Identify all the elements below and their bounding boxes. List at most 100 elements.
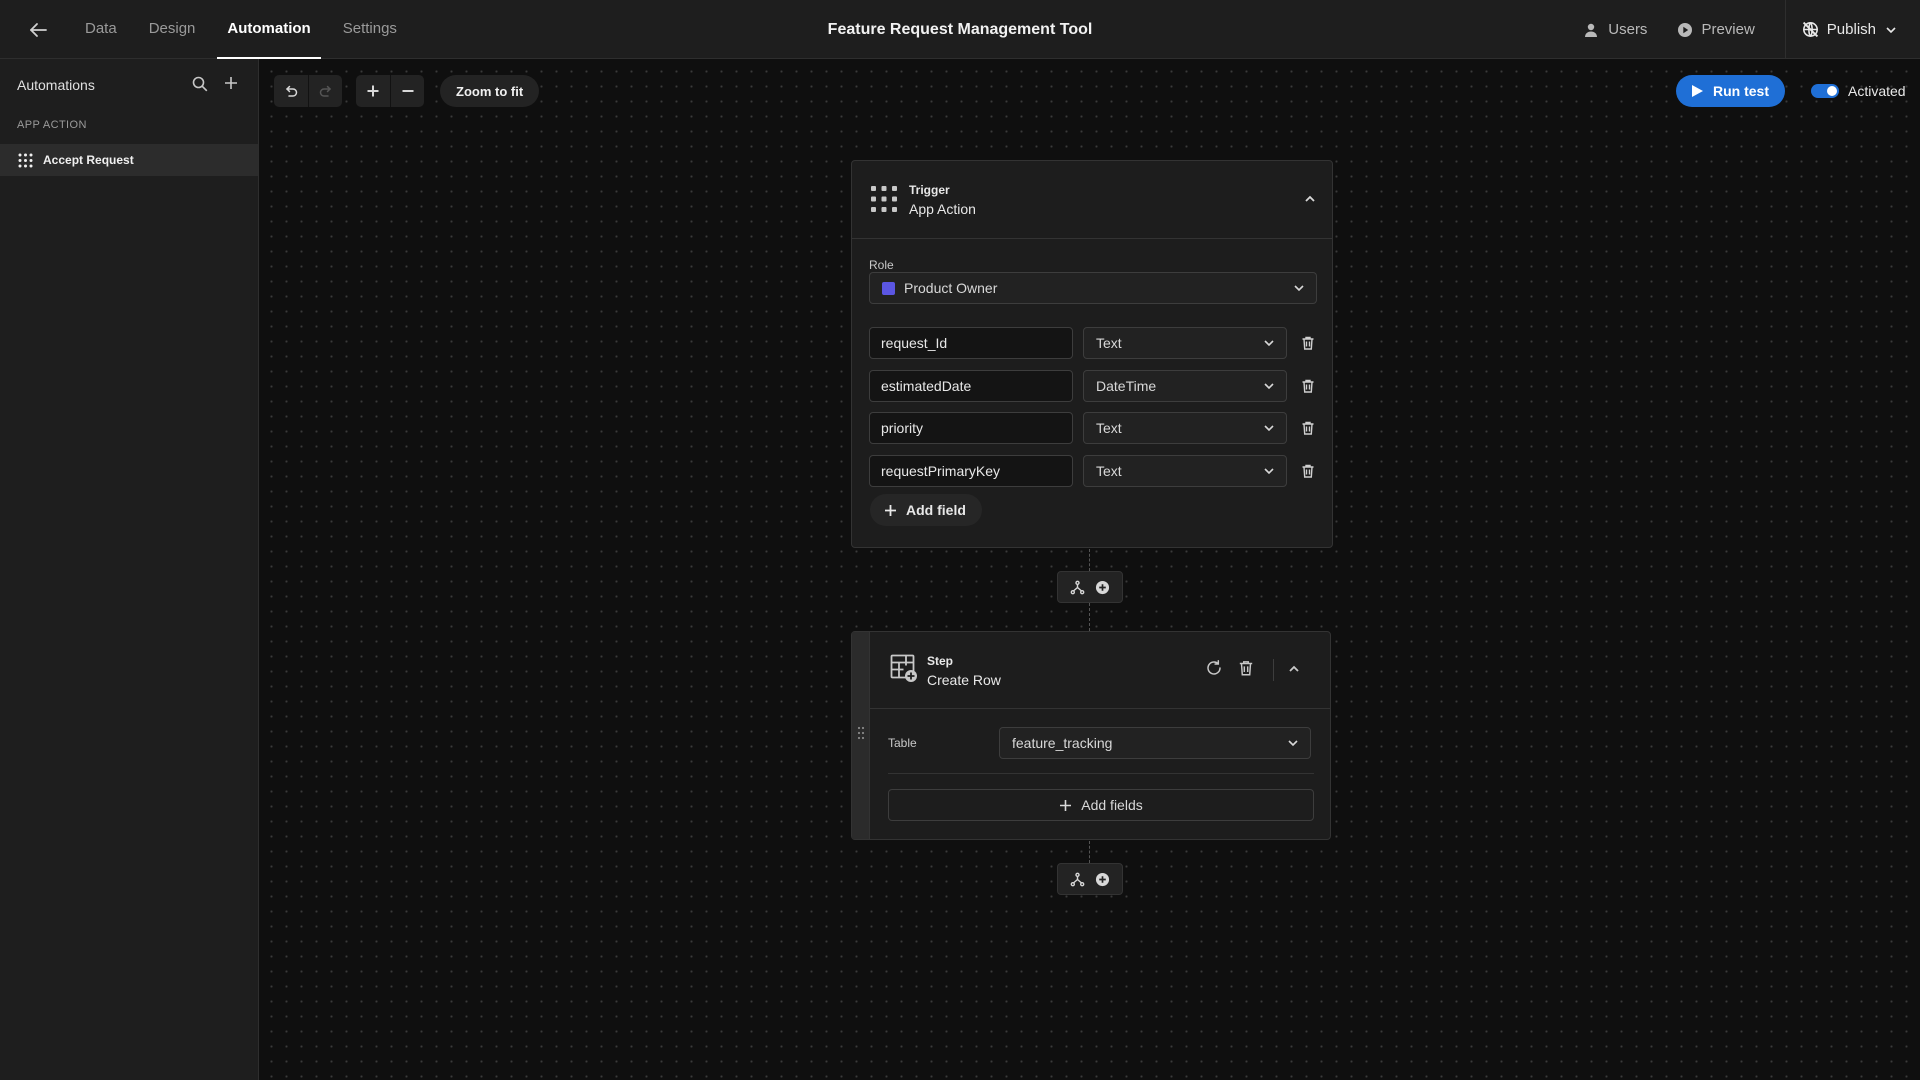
tab-automation[interactable]: Automation: [217, 0, 321, 59]
add-field-label: Add field: [906, 502, 966, 518]
redo-icon: [318, 83, 334, 99]
table-value: feature_tracking: [1012, 735, 1113, 751]
trash-icon[interactable]: [1300, 463, 1316, 479]
add-automation-icon[interactable]: [222, 74, 240, 92]
field-type-value: DateTime: [1096, 378, 1157, 394]
plus-icon: [1059, 799, 1072, 812]
search-icon[interactable]: [191, 75, 209, 93]
toggle-switch[interactable]: [1811, 84, 1839, 98]
role-value: Product Owner: [904, 280, 998, 296]
step-insert-controls: [1057, 863, 1123, 895]
field-type-select[interactable]: Text: [1083, 327, 1287, 359]
top-bar: Data Design Automation Settings Feature …: [0, 0, 1920, 59]
step-card: Step Create Row Table feature_tracking A…: [851, 631, 1331, 840]
role-select[interactable]: Product Owner: [869, 272, 1317, 304]
history-controls: [274, 75, 342, 107]
field-name-input[interactable]: requestPrimaryKey: [869, 455, 1073, 487]
play-circle-icon: [1677, 22, 1693, 38]
chevron-down-icon: [1292, 281, 1306, 295]
sidebar-item-accept-request[interactable]: Accept Request: [0, 144, 258, 176]
top-right-actions: Users Preview Publish: [1584, 0, 1920, 59]
field-name-input[interactable]: request_Id: [869, 327, 1073, 359]
sidebar-item-label: Accept Request: [43, 153, 134, 167]
field-type-select[interactable]: Text: [1083, 412, 1287, 444]
add-fields-button[interactable]: Add fields: [888, 789, 1314, 821]
trash-icon[interactable]: [1300, 335, 1316, 351]
preview-button[interactable]: Preview: [1677, 21, 1755, 38]
activated-toggle[interactable]: Activated: [1811, 75, 1906, 107]
automation-canvas[interactable]: Zoom to fit Run test Activated Trigger A…: [260, 60, 1920, 1080]
trash-icon[interactable]: [1300, 378, 1316, 394]
trigger-card-header[interactable]: Trigger App Action: [852, 161, 1332, 239]
sidebar-title: Automations: [17, 77, 95, 93]
add-field-button[interactable]: Add field: [870, 494, 982, 526]
branch-icon[interactable]: [1070, 872, 1085, 887]
field-name-input[interactable]: priority: [869, 412, 1073, 444]
run-test-button[interactable]: Run test: [1676, 75, 1785, 107]
back-arrow-icon[interactable]: [26, 18, 50, 42]
publish-label: Publish: [1826, 21, 1876, 38]
add-step-icon[interactable]: [1095, 580, 1110, 595]
redo-button[interactable]: [308, 75, 342, 107]
chevron-down-icon: [1262, 464, 1276, 478]
field-name-input[interactable]: estimatedDate: [869, 370, 1073, 402]
field-type-value: Text: [1096, 463, 1122, 479]
user-icon: [1584, 22, 1600, 38]
drag-handle-icon[interactable]: [856, 726, 866, 740]
app-action-icon: [870, 185, 898, 213]
branch-icon[interactable]: [1070, 580, 1085, 595]
header-divider: [1273, 659, 1274, 681]
run-test-label: Run test: [1713, 83, 1769, 99]
chevron-up-icon[interactable]: [1301, 190, 1319, 208]
users-button[interactable]: Users: [1584, 21, 1647, 38]
trigger-kicker: Trigger: [909, 183, 950, 197]
activated-label: Activated: [1848, 83, 1906, 99]
table-select[interactable]: feature_tracking: [999, 727, 1311, 759]
role-label: Role: [869, 258, 894, 272]
chevron-down-icon: [1262, 379, 1276, 393]
field-type-value: Text: [1096, 335, 1122, 351]
add-step-icon[interactable]: [1095, 872, 1110, 887]
step-card-header[interactable]: Step Create Row: [870, 632, 1330, 709]
refresh-icon[interactable]: [1205, 659, 1223, 677]
create-row-icon: [890, 654, 918, 684]
sidebar: Automations APP ACTION Accept Request: [0, 59, 259, 1080]
tab-settings[interactable]: Settings: [333, 0, 407, 59]
globe-off-icon: [1802, 21, 1819, 38]
chevron-down-icon: [1884, 23, 1898, 37]
preview-label: Preview: [1701, 21, 1755, 38]
trash-icon[interactable]: [1300, 420, 1316, 436]
add-fields-label: Add fields: [1081, 797, 1143, 813]
step-kicker: Step: [927, 654, 954, 668]
sidebar-section-label: APP ACTION: [17, 119, 87, 131]
chevron-up-icon[interactable]: [1285, 660, 1303, 678]
minus-icon: [401, 84, 415, 98]
play-icon: [1690, 84, 1704, 98]
undo-button[interactable]: [274, 75, 308, 107]
zoom-to-fit-button[interactable]: Zoom to fit: [440, 75, 540, 107]
tab-data[interactable]: Data: [75, 0, 127, 59]
section-divider: [888, 773, 1314, 774]
zoom-out-button[interactable]: [390, 75, 424, 107]
plus-icon: [884, 504, 897, 517]
flow-connector: [1089, 603, 1090, 631]
field-type-value: Text: [1096, 420, 1122, 436]
flow-connector: [1089, 549, 1090, 571]
plus-icon: [366, 84, 380, 98]
users-label: Users: [1608, 21, 1648, 38]
undo-icon: [283, 83, 299, 99]
field-type-select[interactable]: DateTime: [1083, 370, 1287, 402]
drag-rail[interactable]: [852, 632, 870, 839]
step-insert-controls: [1057, 571, 1123, 603]
flow-connector: [1089, 841, 1090, 863]
step-title: Create Row: [927, 672, 1001, 688]
field-type-select[interactable]: Text: [1083, 455, 1287, 487]
trash-icon[interactable]: [1237, 659, 1255, 677]
chevron-down-icon: [1286, 736, 1300, 750]
tab-design[interactable]: Design: [139, 0, 206, 59]
zoom-in-button[interactable]: [356, 75, 390, 107]
trigger-title: App Action: [909, 201, 976, 217]
chevron-down-icon: [1262, 336, 1276, 350]
publish-button[interactable]: Publish: [1784, 0, 1920, 59]
table-label: Table: [888, 736, 917, 750]
